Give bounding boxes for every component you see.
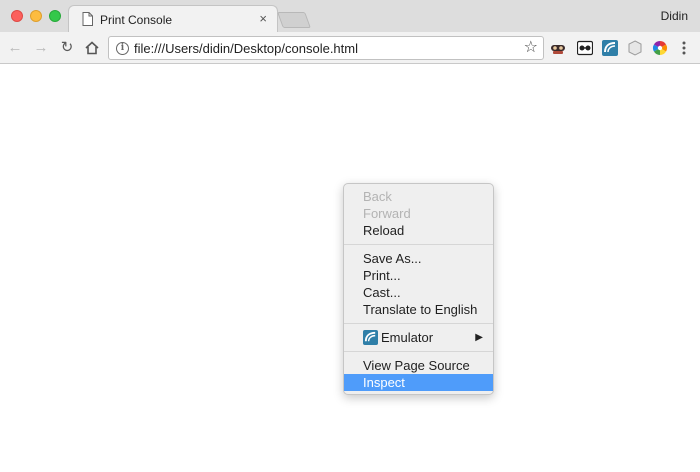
forward-arrow-icon[interactable]: → (31, 38, 51, 58)
info-icon[interactable]: i (116, 42, 129, 55)
document-icon (82, 12, 93, 26)
back-arrow-icon[interactable]: ← (5, 38, 25, 58)
menu-item-emulator[interactable]: Emulator ▶ (344, 329, 493, 346)
menu-item-view-source[interactable]: View Page Source (344, 357, 493, 374)
menu-item-cast[interactable]: Cast... (344, 284, 493, 301)
home-button[interactable] (82, 38, 102, 58)
tab-close-icon[interactable]: × (259, 11, 267, 27)
menu-separator (344, 323, 493, 324)
bookmark-star-icon[interactable]: ☆ (524, 39, 538, 57)
title-bar: Print Console × Didin (0, 0, 700, 33)
menu-separator (344, 351, 493, 352)
menu-item-translate[interactable]: Translate to English (344, 301, 493, 318)
shield-extension-icon[interactable] (627, 40, 643, 56)
emulator-icon (363, 330, 378, 345)
window-close-button[interactable] (11, 10, 23, 22)
tab-title: Print Console (100, 13, 173, 27)
submenu-arrow-icon: ▶ (475, 332, 483, 343)
window-minimize-button[interactable] (30, 10, 42, 22)
tab-print-console[interactable]: Print Console × (68, 5, 278, 33)
reload-icon[interactable]: ↻ (57, 38, 77, 58)
menu-item-save-as[interactable]: Save As... (344, 250, 493, 267)
more-menu-icon[interactable] (680, 39, 688, 57)
incognito-mask-icon[interactable] (550, 40, 566, 56)
browser-toolbar: ← → ↻ i file:///Users/didin/Desktop/cons… (0, 32, 700, 64)
menu-item-emulator-label: Emulator (381, 330, 434, 345)
menu-separator (344, 244, 493, 245)
context-menu: Back Forward Reload Save As... Print... … (343, 183, 494, 395)
profile-name[interactable]: Didin (661, 9, 688, 23)
new-tab-button[interactable] (277, 12, 311, 28)
menu-item-forward: Forward (363, 206, 411, 221)
color-wheel-extension-icon[interactable] (652, 40, 668, 56)
menu-item-inspect[interactable]: Inspect (344, 374, 493, 391)
glasses-extension-icon[interactable] (577, 40, 593, 56)
menu-item-print[interactable]: Print... (344, 267, 493, 284)
address-bar[interactable]: i file:///Users/didin/Desktop/console.ht… (108, 36, 544, 60)
menu-item-reload[interactable]: Reload (344, 222, 493, 239)
emulator-extension-icon[interactable] (602, 40, 618, 56)
menu-item-back: Back (363, 189, 392, 204)
window-maximize-button[interactable] (49, 10, 61, 22)
home-icon (85, 41, 99, 55)
url-text[interactable]: file:///Users/didin/Desktop/console.html (134, 41, 358, 56)
